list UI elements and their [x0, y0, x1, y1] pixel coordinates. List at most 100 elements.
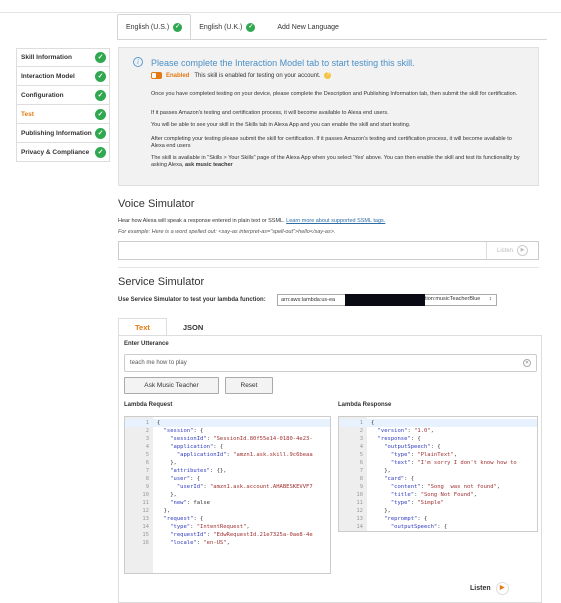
tab-english-uk[interactable]: English (U.K.) ✓ [191, 14, 263, 40]
code-text: }, [371, 468, 391, 474]
line-number: 16 [142, 540, 149, 546]
top-divider [0, 12, 561, 13]
line-number: 12 [356, 508, 363, 514]
line-number: 8 [145, 476, 149, 482]
sidebar-item-label: Configuration [21, 91, 64, 99]
lambda-request-code[interactable]: 1{2 "session": {3 "sessionId": "SessionI… [124, 416, 331, 574]
tabs-underline [117, 39, 547, 40]
play-icon: ▶ [517, 245, 528, 256]
sidebar-item-test[interactable]: Test ✓ [16, 105, 110, 124]
tab-label: English (U.K.) [199, 23, 243, 31]
code-line: 10 "title": "Song Not Found", [339, 491, 537, 499]
section-divider [118, 267, 539, 268]
check-icon: ✓ [95, 89, 106, 101]
tab-add-new-language[interactable]: Add New Language [263, 14, 347, 40]
voice-simulator-input[interactable]: Listen ▶ [118, 241, 539, 260]
line-number: 6 [145, 460, 149, 466]
response-listen-button[interactable]: Listen ▶ [470, 582, 509, 595]
code-line: 5 "applicationId": "amzn1.ask.skill.9c6b… [125, 451, 330, 459]
voice-listen-button[interactable]: Listen ▶ [486, 242, 538, 259]
reset-button[interactable]: Reset [225, 377, 273, 394]
code-text: "response": { [377, 436, 421, 442]
code-text: "reprompt": { [384, 516, 428, 522]
code-text: "locale": "en-US", [170, 540, 230, 546]
sidebar-item-skill-information[interactable]: Skill Information ✓ [16, 48, 110, 67]
code-text: "content": "Song was not found", [390, 484, 501, 490]
code-line: 2 "version": "1.0", [339, 427, 537, 435]
code-text: "user": { [170, 476, 201, 482]
code-line: 8 "user": { [125, 475, 330, 483]
code-text: "userId": "amzn1.ask.account.AHABESKEVVF… [176, 484, 313, 490]
line-number: 3 [359, 436, 363, 442]
tab-label: Add New Language [277, 23, 339, 31]
code-text: "new": false [170, 500, 210, 506]
line-number: 1 [359, 420, 363, 426]
lambda-response-code[interactable]: 1{2 "version": "1.0", 3 "response": {4 "o… [338, 416, 538, 532]
voice-desc-text: Hear how Alexa will speak a response ent… [118, 218, 285, 224]
line-number: 15 [142, 532, 149, 538]
line-number: 1 [145, 420, 149, 426]
line-number: 7 [145, 468, 149, 474]
sidebar-item-interaction-model[interactable]: Interaction Model ✓ [16, 67, 110, 86]
ask-music-teacher-button[interactable]: Ask Music Teacher [124, 377, 219, 394]
code-line: 12 }, [125, 507, 330, 515]
line-number: 14 [142, 524, 149, 530]
test-info-box: i Please complete the Interaction Model … [118, 47, 539, 186]
info-paragraph-last: The skill is available in "Skills > Your… [151, 155, 521, 169]
code-line: 16 "locale": "en-US", [125, 539, 330, 547]
line-number: 7 [359, 468, 363, 474]
info-paragraph: After completing your testing please sub… [151, 136, 512, 149]
code-text: { [157, 420, 161, 426]
sidebar-item-publishing-information[interactable]: Publishing Information ✓ [16, 124, 110, 143]
enabled-label: Enabled [166, 72, 190, 79]
line-number: 5 [359, 452, 363, 458]
tab-json[interactable]: JSON [167, 318, 219, 336]
enabled-text: This skill is enabled for testing on you… [194, 72, 321, 79]
code-line: 4 "outputSpeech": { [339, 443, 537, 451]
info-paragraph: You will be able to see your skill in th… [151, 122, 411, 128]
lambda-arn-prefix: arn:aws:lambda:us-ea [281, 297, 336, 303]
ssml-tags-link[interactable]: Learn more about supported SSML tags. [286, 218, 385, 224]
code-line: 1{ [125, 419, 330, 427]
line-number: 12 [142, 508, 149, 514]
check-icon: ✓ [95, 127, 106, 139]
info-headline: Please complete the Interaction Model ta… [151, 58, 415, 68]
info-icon: i [133, 57, 143, 67]
info-paragraph: If it passes Amazon's testing and certif… [151, 110, 389, 116]
voice-simulator-description: Hear how Alexa will speak a response ent… [118, 218, 385, 224]
line-number: 2 [359, 428, 363, 434]
clear-icon[interactable]: ✕ [523, 359, 531, 367]
line-number: 9 [145, 484, 149, 490]
lambda-function-label: Use Service Simulator to test your lambd… [118, 297, 266, 303]
play-icon: ▶ [495, 582, 509, 595]
help-icon[interactable]: ? [324, 72, 332, 79]
code-text: }, [371, 508, 391, 514]
code-line: 3 "response": { [339, 435, 537, 443]
code-line: 2 "session": { [125, 427, 330, 435]
code-text: "version": "1.0", [377, 428, 434, 434]
code-line: 12 }, [339, 507, 537, 515]
line-number: 2 [145, 428, 149, 434]
select-arrow-icon: ↕ [489, 296, 492, 302]
code-line: 14 "type": "IntentRequest", [125, 523, 330, 531]
code-line: 14 "outputSpeech": { [339, 523, 537, 531]
sidebar-item-label: Publishing Information [21, 129, 92, 137]
utterance-input[interactable]: teach me how to play ✕ [124, 354, 537, 372]
code-text: }, [157, 492, 177, 498]
sidebar-item-configuration[interactable]: Configuration ✓ [16, 86, 110, 105]
tab-english-us[interactable]: English (U.S.) ✓ [117, 14, 192, 40]
redacted-block [345, 294, 425, 306]
sidebar-item-privacy-compliance[interactable]: Privacy & Compliance ✓ [16, 143, 110, 162]
enabled-toggle[interactable] [151, 72, 162, 79]
check-icon: ✓ [95, 52, 106, 63]
service-simulator-tabs: Text JSON [118, 318, 219, 336]
check-icon: ✓ [173, 22, 183, 32]
line-number: 11 [142, 500, 149, 506]
code-line: 7 "attributes": {}, [125, 467, 330, 475]
tab-text[interactable]: Text [118, 318, 167, 336]
voice-simulator-title: Voice Simulator [118, 198, 195, 210]
service-simulator-title: Service Simulator [118, 276, 205, 288]
code-line: 9 "userId": "amzn1.ask.account.AHABESKEV… [125, 483, 330, 491]
line-number: 10 [356, 492, 363, 498]
line-number: 5 [145, 452, 149, 458]
